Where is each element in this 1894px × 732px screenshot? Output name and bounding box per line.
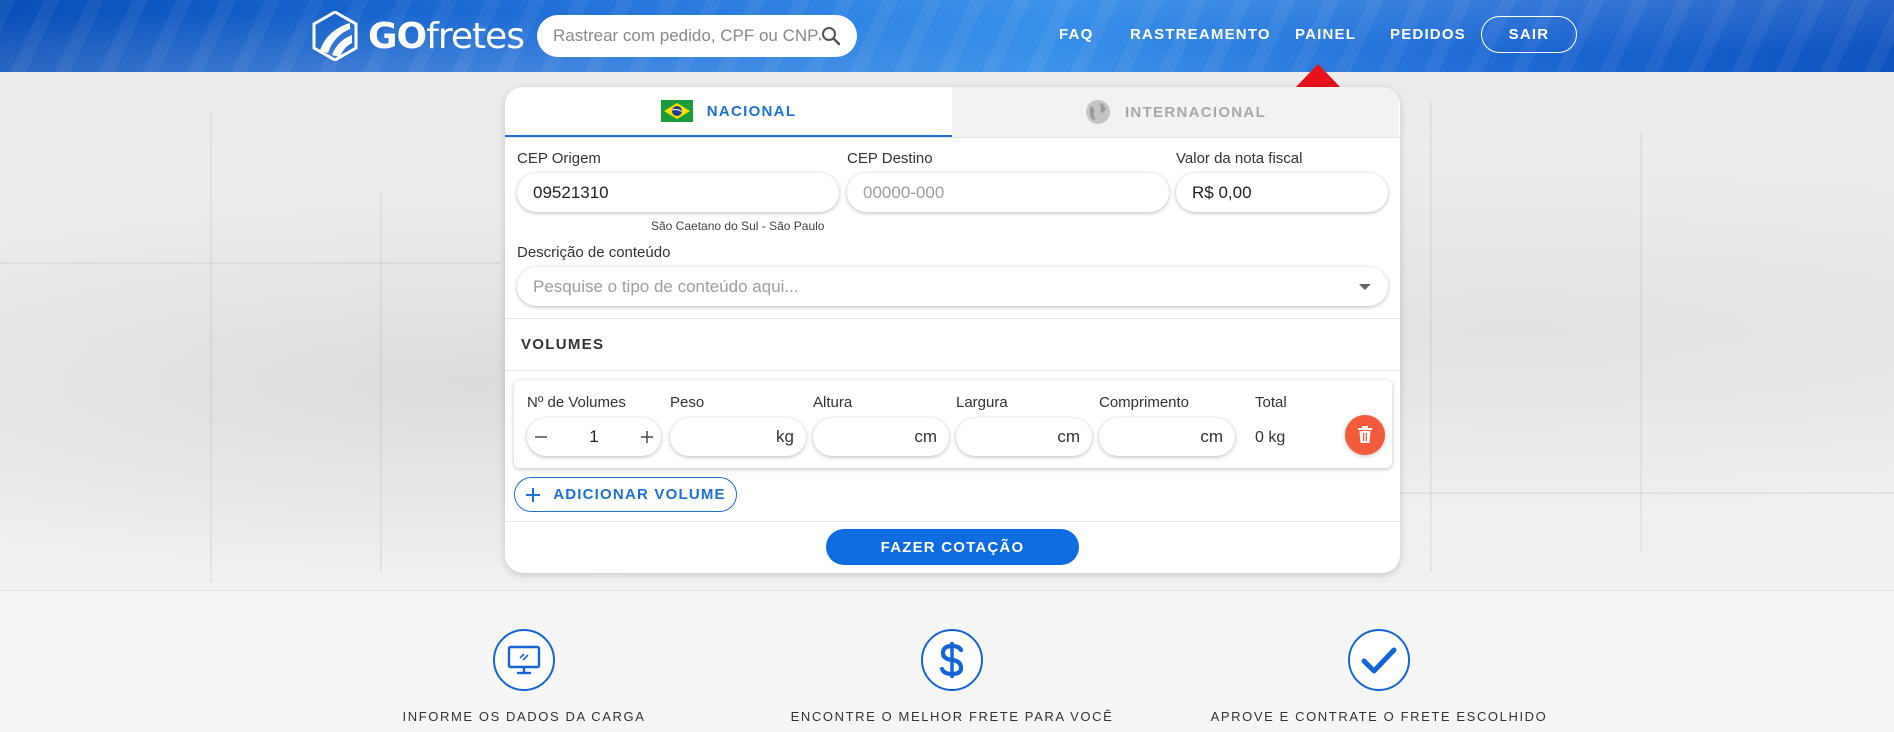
content-description-label: Descrição de conteúdo xyxy=(517,244,671,261)
step-icon-circle xyxy=(921,629,983,691)
width-field[interactable]: cm xyxy=(956,418,1092,456)
background-decoration xyxy=(210,112,212,582)
logo-icon xyxy=(312,11,358,61)
plus-icon xyxy=(526,487,541,502)
gofretes-logo[interactable]: GOfretes xyxy=(312,10,525,62)
tab-nacional[interactable]: NACIONAL xyxy=(505,87,952,137)
nav-rastreamento[interactable]: RASTREAMENTO xyxy=(1130,26,1271,43)
tab-internacional-label: INTERNACIONAL xyxy=(1124,103,1267,121)
height-label: Altura xyxy=(813,394,853,411)
plus-icon xyxy=(640,431,653,443)
cep-destination-input[interactable] xyxy=(863,182,1153,203)
weight-field[interactable]: kg xyxy=(670,418,806,456)
cep-origin-label: CEP Origem xyxy=(517,150,601,167)
height-input[interactable] xyxy=(825,427,915,447)
cep-destination-field[interactable] xyxy=(847,173,1169,212)
tracking-search-input[interactable] xyxy=(553,26,821,46)
weight-input[interactable] xyxy=(682,427,777,447)
height-field[interactable]: cm xyxy=(813,418,949,456)
volumes-section-title: VOLUMES xyxy=(521,336,605,353)
step-icon-circle xyxy=(493,629,555,691)
step-label: ENCONTRE O MELHOR FRETE PARA VOCÊ xyxy=(790,709,1114,724)
shipping-type-tabs: NACIONAL INTERNACIONAL xyxy=(505,87,1400,137)
tracking-search[interactable] xyxy=(537,15,857,57)
tabs-divider xyxy=(505,137,1400,138)
weight-label: Peso xyxy=(670,394,705,411)
logo-text: GOfretes xyxy=(368,15,525,57)
logout-button[interactable]: SAIR xyxy=(1481,16,1577,53)
decrement-button[interactable] xyxy=(533,426,549,448)
step-icon-circle xyxy=(1348,629,1410,691)
background-decoration xyxy=(1640,132,1642,552)
content-description-select[interactable] xyxy=(517,267,1388,306)
volume-count-stepper[interactable] xyxy=(527,418,661,456)
monitor-icon xyxy=(507,645,541,675)
caret-down-icon[interactable] xyxy=(1358,283,1372,291)
tab-nacional-label: NACIONAL xyxy=(706,102,797,120)
width-label: Largura xyxy=(956,394,1008,411)
make-quote-button[interactable]: FAZER COTAÇÃO xyxy=(826,529,1079,565)
length-label: Comprimento xyxy=(1099,394,1190,411)
search-icon[interactable] xyxy=(821,26,841,46)
section-divider xyxy=(505,318,1400,319)
invoice-value-label: Valor da nota fiscal xyxy=(1176,150,1303,167)
volume-row: Nº de Volumes Peso kg Altura cm xyxy=(514,380,1392,468)
section-divider xyxy=(505,370,1400,371)
width-unit: cm xyxy=(1057,427,1080,446)
add-volume-label: ADICIONAR VOLUME xyxy=(553,486,726,503)
trash-icon xyxy=(1358,426,1372,443)
invoice-value-input[interactable] xyxy=(1192,182,1372,203)
how-it-works-steps: INFORME OS DADOS DA CARGA ENCONTRE O MEL… xyxy=(0,590,1894,732)
background-decoration xyxy=(380,192,382,572)
cep-destination-label: CEP Destino xyxy=(847,150,933,167)
length-field[interactable]: cm xyxy=(1099,418,1235,456)
volume-count-input[interactable] xyxy=(549,427,639,447)
nav-painel[interactable]: PAINEL xyxy=(1295,26,1356,43)
volume-count-label: Nº de Volumes xyxy=(527,394,626,411)
nav-faq[interactable]: FAQ xyxy=(1059,26,1093,43)
step-label: APROVE E CONTRATE O FRETE ESCOLHIDO xyxy=(1210,709,1548,724)
weight-unit: kg xyxy=(776,427,794,446)
delete-volume-button[interactable] xyxy=(1345,415,1385,455)
cep-origin-field[interactable] xyxy=(517,173,839,212)
height-unit: cm xyxy=(914,427,937,446)
section-divider xyxy=(505,521,1400,522)
background-decoration xyxy=(1400,492,1894,494)
top-header: GOfretes FAQ RASTREAMENTO PAINEL PEDIDOS… xyxy=(0,0,1894,72)
length-input[interactable] xyxy=(1111,427,1201,447)
total-label: Total xyxy=(1255,394,1287,411)
dollar-icon xyxy=(939,642,964,678)
content-description-input[interactable] xyxy=(533,276,1359,297)
globe-icon xyxy=(1085,100,1110,124)
nav-pedidos[interactable]: PEDIDOS xyxy=(1390,26,1466,43)
cep-origin-input[interactable] xyxy=(533,182,823,203)
step-label: INFORME OS DADOS DA CARGA xyxy=(402,709,646,724)
quote-form-card: NACIONAL INTERNACIONAL CEP Origem São Ca… xyxy=(505,87,1400,573)
length-unit: cm xyxy=(1200,427,1223,446)
tab-internacional[interactable]: INTERNACIONAL xyxy=(952,87,1399,137)
total-weight-value: 0 kg xyxy=(1255,429,1286,446)
add-volume-button[interactable]: ADICIONAR VOLUME xyxy=(514,477,737,512)
brazil-flag-icon xyxy=(660,100,693,122)
background-decoration xyxy=(1430,102,1432,572)
check-icon xyxy=(1361,647,1397,674)
minus-icon xyxy=(535,436,548,438)
cep-origin-city-hint: São Caetano do Sul - São Paulo xyxy=(651,219,825,233)
width-input[interactable] xyxy=(968,427,1058,447)
invoice-value-field[interactable] xyxy=(1176,173,1388,212)
background-decoration xyxy=(0,262,500,264)
increment-button[interactable] xyxy=(639,426,655,448)
